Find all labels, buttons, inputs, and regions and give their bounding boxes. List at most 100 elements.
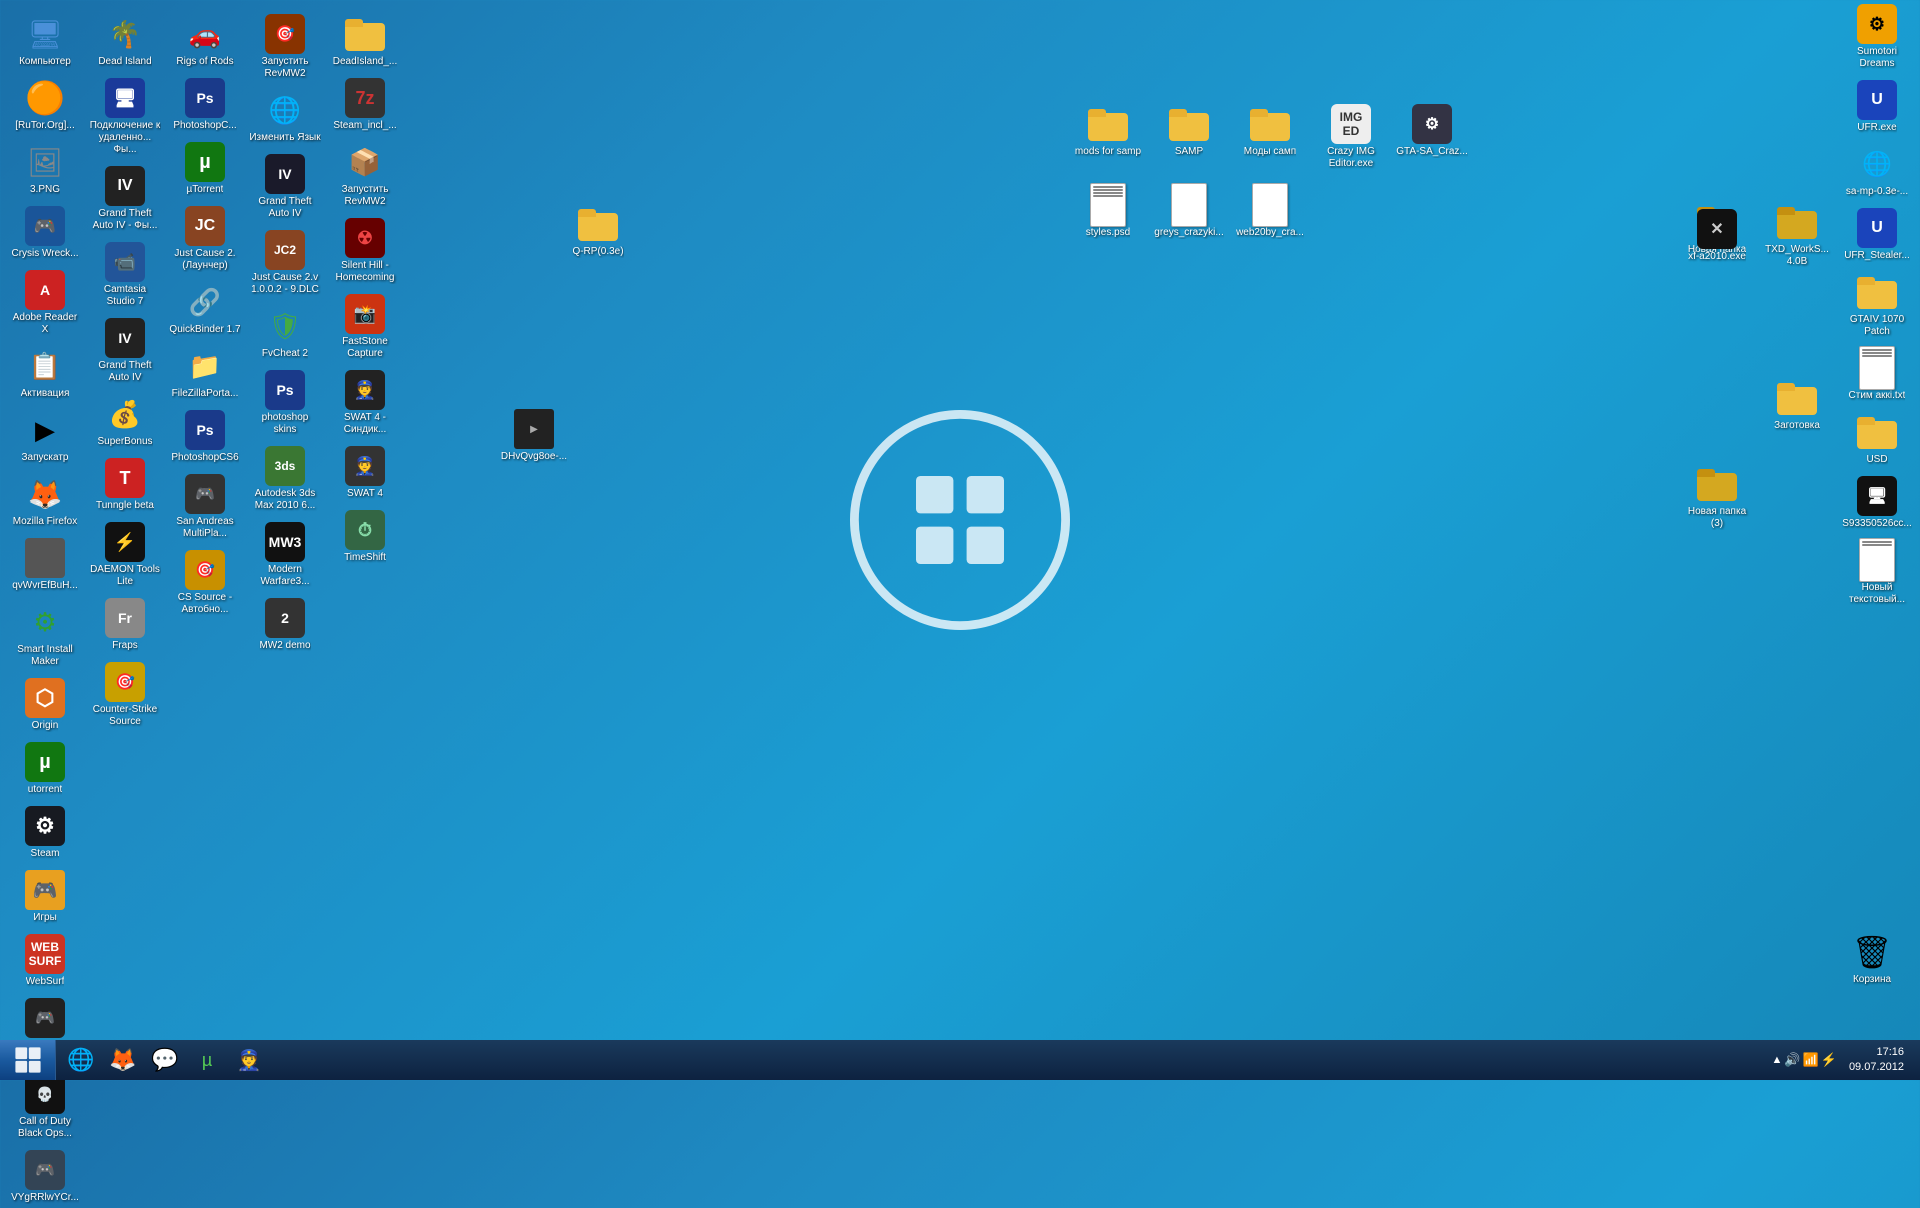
icon-callofduty[interactable]: 💀 Call of Duty Black Ops...: [7, 1070, 83, 1144]
system-tray: ▲ 🔊 📶 ⚡: [1771, 1052, 1836, 1068]
icon-activaciya[interactable]: 📋 Активация: [7, 342, 83, 404]
icon-gta4[interactable]: IV Grand Theft Auto IV - Фы...: [87, 162, 163, 236]
icon-quickbinder[interactable]: 🔗 QuickBinder 1.7: [167, 278, 243, 340]
icon-noviy-text[interactable]: Новый текстовый...: [1839, 536, 1915, 610]
taskbar-ie[interactable]: 🌐: [60, 1041, 102, 1079]
icon-daemon[interactable]: ⚡ DAEMON Tools Lite: [87, 518, 163, 592]
clock[interactable]: 17:16 09.07.2012: [1841, 1045, 1912, 1076]
icon-7zip[interactable]: 7z Steam_incl_...: [327, 74, 403, 136]
icon-mods-for-samp[interactable]: mods for samp: [1070, 100, 1146, 174]
icon-fvcheat2[interactable]: 🛡 FvCheat 2: [247, 302, 323, 364]
icon-s93350526[interactable]: 🖥 S93350526сс...: [1839, 472, 1915, 534]
icon-photoshop-skins[interactable]: Ps photoshop skins: [247, 366, 323, 440]
icon-photoshopcs6[interactable]: Ps PhotoshopCS6: [167, 406, 243, 468]
icon-dead-island[interactable]: 🌴 Dead Island: [87, 10, 163, 72]
icon-fraps[interactable]: Fr Fraps: [87, 594, 163, 656]
icon-utorrent[interactable]: µ utorrent: [7, 738, 83, 800]
icon-computer[interactable]: 🖥 Компьютер: [7, 10, 83, 72]
icon-winrar[interactable]: 📦 Запустить RevMW2: [327, 138, 403, 212]
icon-podkluchenie[interactable]: 🖥 Подключение к удаленно... Фы...: [87, 74, 163, 160]
icon-firefox[interactable]: 🦊 Mozilla Firefox: [7, 470, 83, 532]
icon-xf-a2010[interactable]: ✕ xf-a2010.exe: [1679, 205, 1755, 267]
icon-qvwvr[interactable]: qvWvrEfBuH...: [7, 534, 83, 596]
icon-superbonus[interactable]: 💰 SuperBonus: [87, 390, 163, 452]
tray-arrow[interactable]: ▲: [1771, 1054, 1782, 1066]
icon-usd-folder[interactable]: USD: [1839, 408, 1915, 470]
icon-steam[interactable]: ⚙ Steam: [7, 802, 83, 864]
taskbar-firefox[interactable]: 🦊: [102, 1041, 144, 1079]
icon-origin[interactable]: ⬡ Origin: [7, 674, 83, 736]
tray-icon-2: 📶: [1803, 1052, 1819, 1068]
icon-web20by-cra[interactable]: web20by_cra...: [1232, 181, 1308, 243]
icon-adobe[interactable]: A Adobe Reader X: [7, 266, 83, 340]
icon-swat4-sindik[interactable]: 👮 SWAT 4 - Синдик...: [327, 366, 403, 440]
icon-column-2: 🌴 Dead Island 🖥 Подключение к удаленно..…: [85, 10, 165, 1208]
icon-column-4: 🎯 Запустить RevMW2 🌐 Изменить Язык IV Gr…: [245, 10, 325, 1208]
icon-sumotori[interactable]: ⚙ Sumotori Dreams: [1839, 0, 1915, 74]
icon-dh-video[interactable]: ▶ DHvQvg8oe-...: [496, 405, 572, 467]
icon-txd-workstation[interactable]: TXD_WorkS... 4.0B: [1759, 198, 1835, 272]
recycle-bin[interactable]: 🗑 Корзина: [1834, 928, 1910, 990]
icon-filezilla[interactable]: 📁 FileZillaPorta...: [167, 342, 243, 404]
icon-crysis[interactable]: 🎮 Crysis Wreck...: [7, 202, 83, 264]
icon-zagotovka[interactable]: Заготовка: [1759, 374, 1835, 436]
icon-column-3: 🚗 Rigs of Rods Ps PhotoshopC... µ µTorre…: [165, 10, 245, 1208]
icon-tunngle[interactable]: T Tunngle beta: [87, 454, 163, 516]
taskbar-right: ▲ 🔊 📶 ⚡ 17:16 09.07.2012: [1771, 1045, 1920, 1076]
clock-date: 09.07.2012: [1849, 1060, 1904, 1075]
icon-silenthill[interactable]: ☢ Silent Hill - Homecoming: [327, 214, 403, 288]
icon-sa-mp[interactable]: 🌐 sa-mp-0.3e-...: [1839, 140, 1915, 202]
icon-timeshift[interactable]: ⏱ TimeShift: [327, 506, 403, 568]
icon-ufr-exe[interactable]: U UFR.exe: [1839, 76, 1915, 138]
windows-logo: [850, 410, 1070, 630]
icon-san-andreas-mp[interactable]: 🎮 San Andreas MultiPla...: [167, 470, 243, 544]
icon-column-1: 🖥 Компьютер 🟠 [RuTor.Org]... 🖼 3.PNG 🎮 C…: [5, 10, 85, 1208]
icon-mw2demo[interactable]: 2 MW2 demo: [247, 594, 323, 656]
clock-time: 17:16: [1849, 1045, 1904, 1060]
start-button[interactable]: [0, 1040, 56, 1080]
desktop: 🖥 Компьютер 🟠 [RuTor.Org]... 🖼 3.PNG 🎮 C…: [0, 0, 1920, 1040]
icon-gta-sa-craz[interactable]: ⚙ GTA-SA_Craz...: [1394, 100, 1470, 174]
icon-stim-akki-txt[interactable]: Стим аккі.txt: [1839, 344, 1915, 406]
taskbar-utorrent[interactable]: µ: [186, 1041, 228, 1079]
icon-vygr[interactable]: 🎮 VYgRRlwYCr...: [7, 1146, 83, 1208]
taskbar-swat[interactable]: 👮: [228, 1041, 270, 1079]
icon-zapuskat[interactable]: ▶ Запускатр: [7, 406, 83, 468]
icon-just-cause2b[interactable]: JC2 Just Cause 2.v 1.0.0.2 - 9.DLC: [247, 226, 323, 300]
icon-qrp[interactable]: Q-RP(0.3e): [560, 200, 636, 262]
icon-3png[interactable]: 🖼 3.PNG: [7, 138, 83, 200]
icon-izmenit-yazyk[interactable]: 🌐 Изменить Язык: [247, 86, 323, 148]
taskbar-skype[interactable]: 💬: [144, 1041, 186, 1079]
taskbar-pinned: 🌐 🦊 💬 µ 👮: [56, 1040, 274, 1080]
icon-rutor[interactable]: 🟠 [RuTor.Org]...: [7, 74, 83, 136]
icon-photoshop-c[interactable]: Ps PhotoshopC...: [167, 74, 243, 136]
icon-modern-warfare3[interactable]: MW3 Modern Warfare3...: [247, 518, 323, 592]
icon-launch-revmw2[interactable]: 🎯 Запустить RevMW2: [247, 10, 323, 84]
icon-gta4-iv[interactable]: IV Grand Theft Auto IV: [247, 150, 323, 224]
taskbar: 🌐 🦊 💬 µ 👮 ▲ 🔊 📶 ⚡ 17:16 09.07.2012: [0, 1040, 1920, 1080]
icon-smart-install[interactable]: ⚙ Smart Install Maker: [7, 598, 83, 672]
icon-styles-psd[interactable]: styles.psd: [1070, 181, 1146, 243]
icon-igry[interactable]: 🎮 Игры: [7, 866, 83, 928]
icon-ufr-stealer[interactable]: U UFR_Stealer...: [1839, 204, 1915, 266]
icon-mody-samp[interactable]: Моды самп: [1232, 100, 1308, 174]
tray-icon-3: ⚡: [1821, 1052, 1837, 1068]
icon-cs-source-auto[interactable]: 🎯 CS Source - Автобно...: [167, 546, 243, 620]
icon-deadisland-folder[interactable]: DeadIsland_...: [327, 10, 403, 72]
icon-websurf[interactable]: WEBSURF WebSurf: [7, 930, 83, 992]
icon-faststone[interactable]: 📸 FastStone Capture: [327, 290, 403, 364]
icon-just-cause2[interactable]: JC Just Cause 2.(Лаунчер): [167, 202, 243, 276]
icon-greys-crazyki[interactable]: greys_crazyki...: [1151, 181, 1227, 243]
icon-rigs-of-rods[interactable]: 🚗 Rigs of Rods: [167, 10, 243, 72]
icon-nova-papka3[interactable]: Новая папка (3): [1679, 460, 1755, 534]
icon-crazy-img[interactable]: IMGED Crazy IMG Editor.exe: [1313, 100, 1389, 174]
icon-camtasia[interactable]: 📹 Camtasia Studio 7: [87, 238, 163, 312]
icon-gtaiv-patch[interactable]: GTAIV 1070 Patch: [1839, 268, 1915, 342]
icon-gta4-b[interactable]: IV Grand Theft Auto IV: [87, 314, 163, 388]
icon-column-5: DeadIsland_... 7z Steam_incl_... 📦 Запус…: [325, 10, 405, 1208]
icon-counter-strike[interactable]: 🎯 Counter-Strike Source: [87, 658, 163, 732]
icon-samp-folder[interactable]: SAMP: [1151, 100, 1227, 174]
icon-autodesk3ds[interactable]: 3ds Autodesk 3ds Max 2010 6...: [247, 442, 323, 516]
icon-swat4[interactable]: 👮 SWAT 4: [327, 442, 403, 504]
icon-utorrent2[interactable]: µ µTorrent: [167, 138, 243, 200]
